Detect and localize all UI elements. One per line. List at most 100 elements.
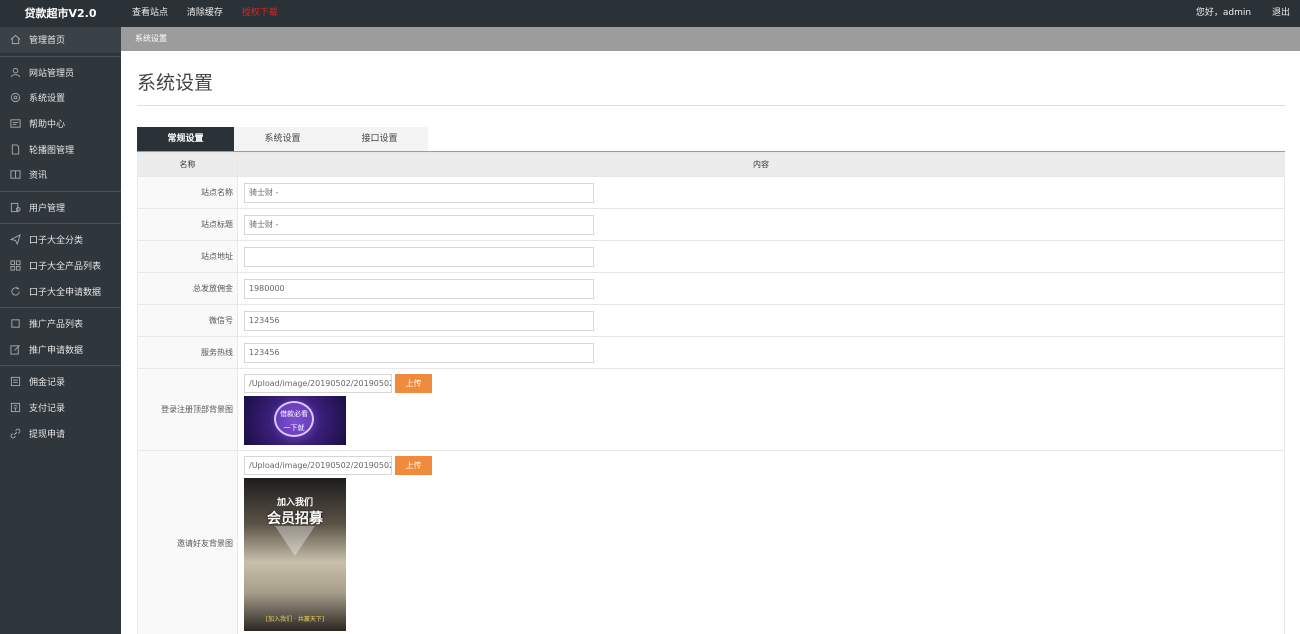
sidebar-item-loan-products[interactable]: 口子大全产品列表 [0, 253, 121, 279]
settings-tabs: 常规设置 系统设置 接口设置 [137, 127, 428, 151]
top-bar: 贷款超市V2.0 查看站点 清除缓存 授权下载 您好，admin 退出 [0, 0, 1300, 27]
sidebar-item-label: 佣金记录 [29, 378, 66, 389]
sidebar-item-label: 支付记录 [29, 404, 66, 415]
upload-button[interactable]: 上传 [395, 374, 432, 393]
sidebar-item-withdrawals[interactable]: 提现申请 [0, 420, 121, 446]
title-divider [137, 105, 1285, 106]
sidebar-item-label: 推广申请数据 [29, 345, 84, 356]
sidebar-item-loan-categories[interactable]: 口子大全分类 [0, 227, 121, 253]
table-row: 站点地址 [137, 240, 1285, 273]
field-label: 总发放佣金 [137, 272, 238, 305]
sidebar-item-help[interactable]: 帮助中心 [0, 111, 121, 137]
upload-button[interactable]: 上传 [395, 456, 432, 475]
sidebar-item-label: 网站管理员 [29, 68, 75, 79]
authorize-download-link[interactable]: 授权下载 [242, 8, 278, 18]
user-icon [9, 67, 21, 78]
sidebar-item-label: 帮助中心 [29, 120, 66, 131]
users-icon [9, 202, 21, 213]
help-icon [9, 118, 21, 129]
logout-link[interactable]: 退出 [1272, 8, 1290, 18]
sidebar-item-label: 资讯 [29, 171, 48, 182]
link-icon [9, 428, 21, 439]
clear-cache-link[interactable]: 清除缓存 [187, 8, 223, 18]
sidebar-item-commission[interactable]: 佣金记录 [0, 369, 121, 395]
upload-row: /Upload/image/20190502/2019050215 上传 [244, 374, 1284, 393]
sidebar-divider [0, 55, 121, 57]
site-title-input[interactable] [244, 214, 594, 235]
sidebar-item-admins[interactable]: 网站管理员 [0, 60, 121, 86]
user-greeting: 您好，admin [1195, 8, 1252, 18]
document-icon [9, 144, 21, 155]
sidebar-item-users[interactable]: 用户管理 [0, 195, 121, 221]
field-label: 邀请好友背景图 [137, 450, 238, 634]
hotline-input[interactable] [244, 342, 594, 363]
top-nav: 查看站点 清除缓存 授权下载 [132, 0, 294, 27]
news-icon [9, 169, 21, 180]
sidebar-item-promo-products[interactable]: 推广产品列表 [0, 311, 121, 337]
receipt-icon [9, 402, 21, 413]
field-label: 站点地址 [137, 240, 238, 273]
sidebar-item-carousel[interactable]: 轮播图管理 [0, 136, 121, 162]
tab-general[interactable]: 常规设置 [137, 127, 234, 151]
tab-system[interactable]: 系统设置 [234, 127, 331, 151]
sidebar-item-label: 轮播图管理 [29, 145, 75, 156]
sidebar-item-payments[interactable]: 支付记录 [0, 395, 121, 421]
table-row: 邀请好友背景图 /Upload/image/20190502/201905021… [137, 450, 1285, 634]
view-site-link[interactable]: 查看站点 [132, 8, 168, 18]
login-bg-path-input[interactable]: /Upload/image/20190502/2019050215 [244, 374, 392, 393]
wechat-input[interactable] [244, 310, 594, 331]
table-row: 服务热线 [137, 336, 1285, 369]
total-commission-input[interactable] [244, 278, 594, 299]
image-badge: 借款必看 一下就 [274, 401, 314, 437]
sidebar-item-label: 口子大全申请数据 [29, 287, 102, 298]
brand-title: 贷款超市V2.0 [24, 7, 97, 20]
home-icon [9, 34, 21, 45]
table-row: 站点标题 [137, 208, 1285, 241]
sidebar: 管理首页 网站管理员 系统设置 帮助中心 轮播图管理 资讯 用户管理 口子大全分… [0, 27, 121, 634]
sidebar-item-label: 口子大全分类 [29, 236, 84, 247]
site-url-input[interactable] [244, 246, 594, 267]
sidebar-item-news[interactable]: 资讯 [0, 162, 121, 188]
field-label: 登录注册顶部背景图 [137, 368, 238, 451]
field-label: 服务热线 [137, 336, 238, 369]
sidebar-item-settings[interactable]: 系统设置 [0, 85, 121, 111]
image-triangle [275, 526, 315, 556]
tab-api[interactable]: 接口设置 [331, 127, 428, 151]
image-text: [加入我们 · 共赢天下] [265, 616, 325, 623]
upload-row: /Upload/image/20190502/2019050216 上传 [244, 456, 1284, 475]
table-row: 登录注册顶部背景图 /Upload/image/20190502/2019050… [137, 368, 1285, 451]
site-name-input[interactable] [244, 182, 594, 203]
settings-icon [9, 92, 21, 103]
table-row: 微信号 [137, 304, 1285, 337]
sidebar-item-label: 管理首页 [29, 36, 66, 47]
sidebar-item-label: 推广产品列表 [29, 320, 84, 331]
send-icon [9, 234, 21, 246]
settings-table: 名称 内容 站点名称 站点标题 站点地址 总发放佣金 微信号 服务热线 登录注册 [137, 152, 1285, 634]
sidebar-divider [0, 190, 121, 192]
sidebar-divider [0, 223, 121, 225]
sidebar-item-label: 用户管理 [29, 203, 66, 214]
sidebar-item-label: 提现申请 [29, 429, 66, 440]
edit-icon [9, 344, 21, 355]
field-label: 站点标题 [137, 208, 238, 241]
field-label: 微信号 [137, 304, 238, 337]
table-row: 总发放佣金 [137, 272, 1285, 305]
sidebar-item-dashboard[interactable]: 管理首页 [0, 27, 121, 53]
sidebar-item-label: 系统设置 [29, 94, 66, 105]
page-title: 系统设置 [137, 72, 214, 94]
square-icon [9, 318, 21, 329]
field-label: 站点名称 [137, 176, 238, 209]
sidebar-divider [0, 306, 121, 308]
sidebar-item-loan-applications[interactable]: 口子大全申请数据 [0, 278, 121, 304]
invite-bg-image: 加入我们 会员招募 [加入我们 · 共赢天下] [244, 478, 346, 631]
sidebar-item-promo-applications[interactable]: 推广申请数据 [0, 337, 121, 363]
column-header-name: 名称 [137, 152, 238, 177]
user-area: 您好，admin 退出 [1178, 0, 1290, 27]
table-row: 站点名称 [137, 176, 1285, 209]
grid-icon [9, 260, 21, 271]
breadcrumb: 系统设置 [121, 27, 1300, 51]
main-content: 系统设置 常规设置 系统设置 接口设置 名称 内容 站点名称 站点标题 站点地址… [121, 51, 1300, 634]
image-text: 加入我们 [276, 498, 313, 508]
invite-bg-path-input[interactable]: /Upload/image/20190502/2019050216 [244, 456, 392, 475]
column-header-content: 内容 [237, 152, 1285, 177]
